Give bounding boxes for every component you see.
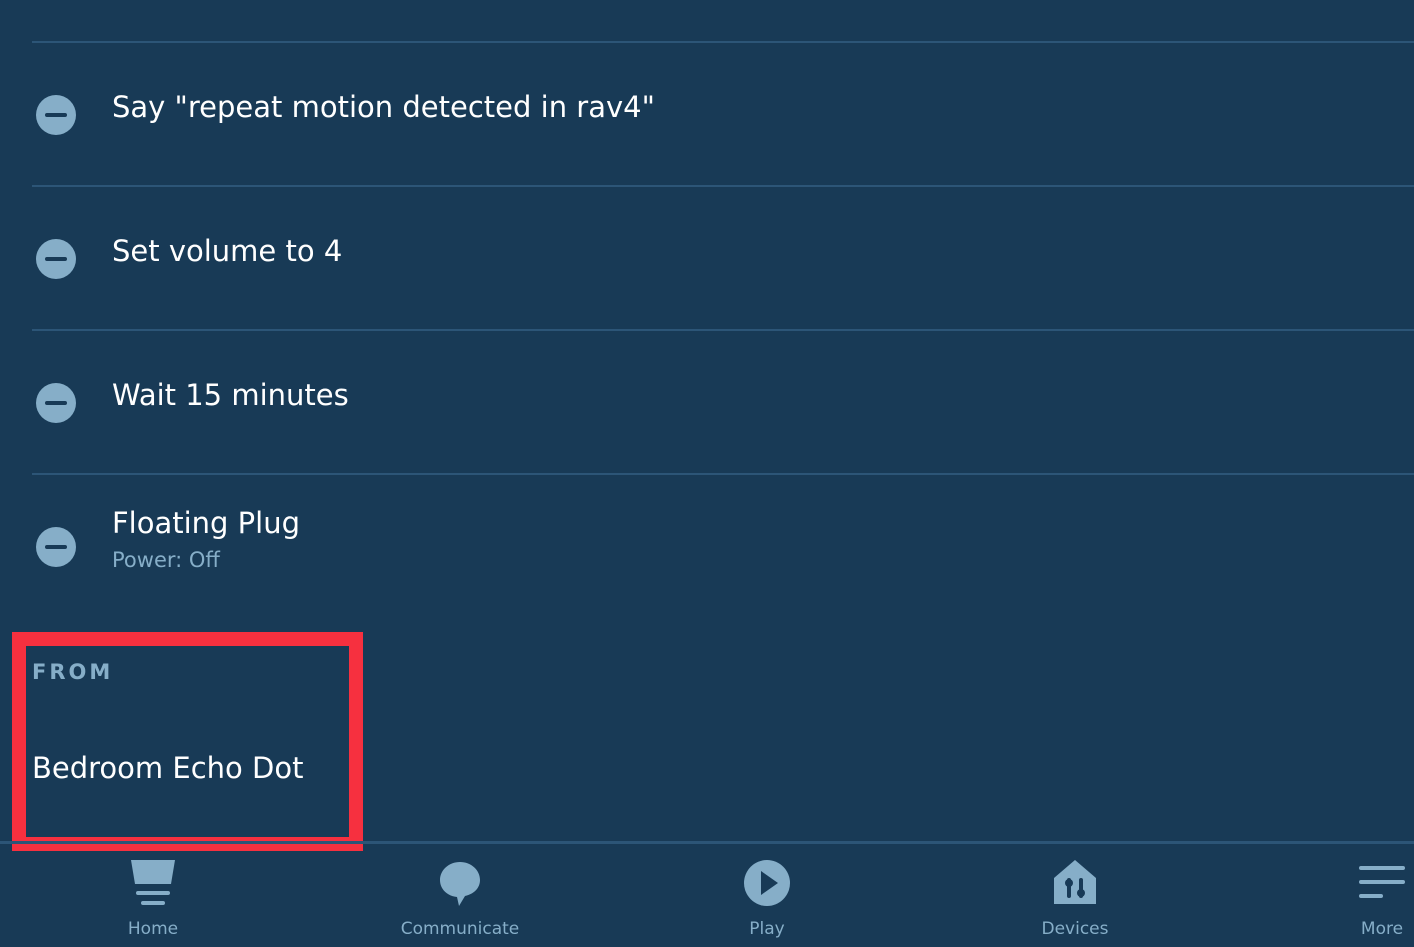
action-title: Wait 15 minutes	[112, 378, 349, 412]
home-icon	[131, 860, 175, 905]
tab-communicate[interactable]: Communicate	[360, 844, 560, 947]
tab-devices[interactable]: Devices	[975, 844, 1175, 947]
devices-house-icon	[1054, 860, 1096, 904]
minus-icon	[45, 257, 67, 261]
action-title: Set volume to 4	[112, 234, 343, 268]
hamburger-menu-icon	[1359, 866, 1405, 898]
tab-home[interactable]: Home	[53, 844, 253, 947]
action-subtitle: Power: Off	[112, 548, 220, 572]
tab-label: Play	[749, 919, 785, 939]
action-row-volume[interactable]: Set volume to 4	[0, 187, 1414, 329]
remove-action-button[interactable]	[36, 383, 76, 423]
tab-label: Devices	[1041, 919, 1109, 939]
remove-action-button[interactable]	[36, 95, 76, 135]
action-row-smart-plug[interactable]: Floating Plug Power: Off	[0, 475, 1414, 617]
action-title: Floating Plug	[112, 506, 301, 540]
action-row-wait[interactable]: Wait 15 minutes	[0, 331, 1414, 473]
minus-icon	[45, 113, 67, 117]
minus-icon	[45, 545, 67, 549]
from-device-selector[interactable]: Bedroom Echo Dot	[32, 751, 303, 785]
tab-play[interactable]: Play	[667, 844, 867, 947]
tab-more[interactable]: More	[1282, 844, 1414, 947]
tab-label: Home	[127, 919, 179, 939]
speech-bubble-icon	[440, 862, 480, 906]
remove-action-button[interactable]	[36, 239, 76, 279]
from-section-label: FROM	[32, 660, 114, 684]
action-row-say[interactable]: Say "repeat motion detected in rav4"	[0, 43, 1414, 185]
routine-actions-screen: Say "repeat motion detected in rav4" Set…	[0, 0, 1414, 947]
tab-label: More	[1360, 919, 1404, 939]
play-icon	[744, 860, 790, 906]
tab-label: Communicate	[400, 919, 520, 939]
action-title: Say "repeat motion detected in rav4"	[112, 90, 655, 124]
minus-icon	[45, 401, 67, 405]
bottom-tab-bar: Home Communicate Play Devices More	[0, 844, 1414, 947]
remove-action-button[interactable]	[36, 527, 76, 567]
